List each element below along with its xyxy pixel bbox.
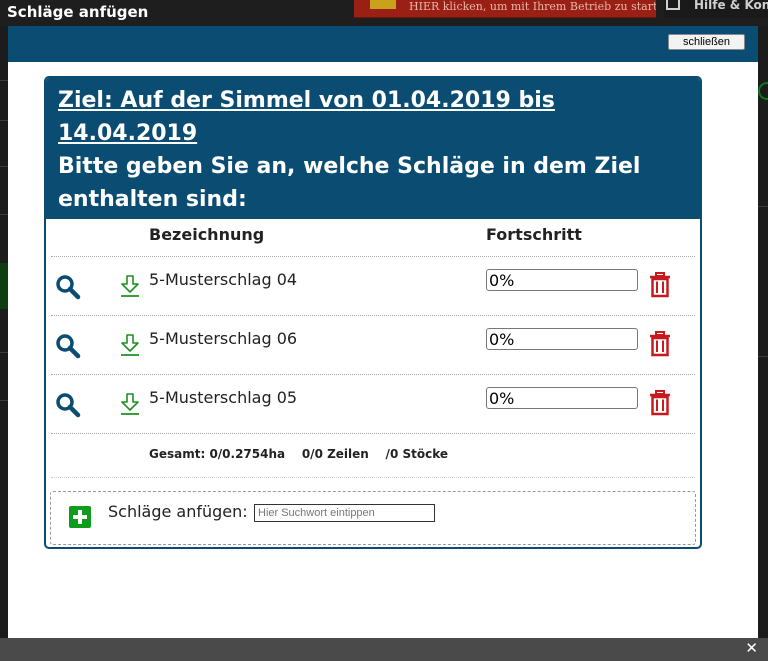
instruction-text: Bitte geben Sie an, welche Schläge in de… xyxy=(58,154,641,212)
add-fields-section: Schläge anfügen: xyxy=(50,491,696,545)
table-header-row: Bezeichnung Fortschritt xyxy=(51,219,695,257)
inbox-icon xyxy=(666,0,680,10)
start-banner[interactable]: HIER klicken, um mit Ihrem Betrieb zu st… xyxy=(354,0,656,18)
search-input[interactable] xyxy=(254,504,435,522)
add-fields-label: Schläge anfügen: xyxy=(108,502,248,521)
column-header-progress: Fortschritt xyxy=(486,225,582,244)
field-name: 5-Musterschlag 04 xyxy=(149,270,298,289)
summary-text: Gesamt: 0/0.2754ha 0/0 Zeilen /0 Stöcke xyxy=(149,447,448,461)
download-icon[interactable] xyxy=(119,392,141,416)
bottom-bar: ✕ xyxy=(0,638,768,661)
target-title-link[interactable]: Ziel: Auf der Simmel von 01.04.2019 bis … xyxy=(58,84,688,150)
table-row: 5-Musterschlag 05 xyxy=(51,375,695,434)
download-icon[interactable] xyxy=(119,333,141,357)
background-sidebar xyxy=(0,26,8,638)
progress-input[interactable] xyxy=(486,269,638,291)
target-panel-header: Ziel: Auf der Simmel von 01.04.2019 bis … xyxy=(46,78,700,219)
fields-table: Bezeichnung Fortschritt 5-Musterschlag 0… xyxy=(51,219,695,478)
progress-input[interactable] xyxy=(486,387,638,409)
table-row: 5-Musterschlag 04 xyxy=(51,257,695,316)
progress-input[interactable] xyxy=(486,328,638,350)
download-icon[interactable] xyxy=(119,274,141,298)
search-icon[interactable] xyxy=(55,392,81,418)
summary-row: Gesamt: 0/0.2754ha 0/0 Zeilen /0 Stöcke xyxy=(51,434,695,478)
close-icon[interactable]: ✕ xyxy=(745,641,758,656)
header-right-text: Hilfe & Kontakt xyxy=(694,0,768,12)
search-icon[interactable] xyxy=(55,274,81,300)
field-name: 5-Musterschlag 06 xyxy=(149,329,298,348)
close-button[interactable]: schließen xyxy=(668,34,745,50)
app-title: Schläge anfügen xyxy=(7,3,149,21)
trash-icon[interactable] xyxy=(649,272,671,298)
table-row: 5-Musterschlag 06 xyxy=(51,316,695,375)
trash-icon[interactable] xyxy=(649,331,671,357)
field-name: 5-Musterschlag 05 xyxy=(149,388,298,407)
header-right-link[interactable]: Hilfe & Kontakt xyxy=(664,0,768,18)
plus-icon[interactable] xyxy=(69,506,91,528)
target-panel: Ziel: Auf der Simmel von 01.04.2019 bis … xyxy=(44,76,702,549)
trash-icon[interactable] xyxy=(649,390,671,416)
dialog-header: schließen xyxy=(8,26,758,62)
column-header-name: Bezeichnung xyxy=(149,225,265,244)
search-icon[interactable] xyxy=(55,333,81,359)
background-circle-icon xyxy=(758,82,768,100)
banner-text: HIER klicken, um mit Ihrem Betrieb zu st… xyxy=(409,0,656,13)
background-right-panel xyxy=(758,26,768,638)
banner-icon xyxy=(370,0,396,9)
add-fields-dialog: schließen Ziel: Auf der Simmel von 01.04… xyxy=(8,26,758,638)
